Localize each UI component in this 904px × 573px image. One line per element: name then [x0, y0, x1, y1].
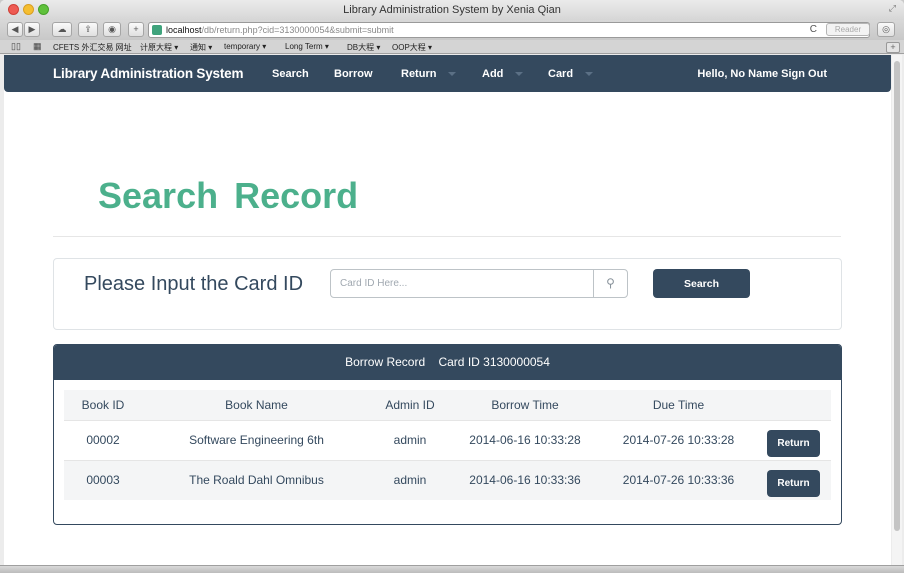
stop-icon[interactable]: ◉ — [103, 22, 121, 37]
browser-toolbar: ◀ ▶ ☁ ⇪ ◉ + localhost/db/return.php?cid=… — [0, 20, 904, 40]
chevron-down-icon — [515, 72, 524, 77]
add-bookmark-button[interactable]: + — [128, 22, 144, 37]
search-label: Please Input the Card ID — [84, 273, 304, 295]
nav-card-label: Card — [548, 68, 574, 80]
panel-heading-card-id: Card ID 3130000054 — [438, 355, 550, 369]
bookmark-cfets[interactable]: CFETS 外汇交易 网址 — [53, 42, 132, 53]
reader-button[interactable]: Reader — [826, 23, 870, 36]
reload-icon[interactable]: C — [810, 23, 817, 37]
bookmark-temporary[interactable]: temporary ▾ — [224, 42, 266, 51]
table-header-row: Book ID Book Name Admin ID Borrow Time D… — [64, 390, 831, 420]
card-id-input-group: ⚲ — [330, 269, 628, 298]
share-button[interactable]: ⇪ — [78, 22, 98, 37]
nav-search-label: Search — [272, 68, 309, 80]
user-sign-out[interactable]: Hello, No Name Sign Out — [697, 68, 827, 80]
icloud-tabs-button[interactable]: ☁ — [52, 22, 72, 37]
scrollbar-thumb[interactable] — [894, 61, 900, 531]
due-time-cell: 2014-07-26 10:33:36 — [601, 459, 756, 500]
minimize-window-button[interactable] — [23, 4, 34, 15]
search-icon[interactable]: ⚲ — [593, 270, 627, 297]
page-viewport: Library Administration System Search Bor… — [4, 55, 891, 565]
fullscreen-icon[interactable]: ⤢ — [889, 3, 896, 14]
table-row: 00003 The Roald Dahl Omnibus admin 2014-… — [64, 459, 831, 500]
bookmark-db[interactable]: DB大程 ▾ — [347, 42, 380, 53]
nav-borrow[interactable]: Borrow — [334, 68, 373, 80]
return-button[interactable]: Return — [767, 430, 820, 457]
forward-button[interactable]: ▶ — [24, 22, 40, 37]
status-bar — [0, 565, 904, 573]
url-path: /db/return.php?cid=3130000054&submit=sub… — [201, 25, 394, 35]
top-navbar: Library Administration System Search Bor… — [4, 55, 891, 92]
action-cell: Return — [756, 419, 831, 460]
borrow-time-cell: 2014-06-16 10:33:36 — [449, 459, 601, 500]
nav-search[interactable]: Search — [272, 68, 309, 80]
borrow-record-panel: Borrow Record Card ID 3130000054 Book ID… — [53, 344, 842, 525]
bookmark-long-term[interactable]: Long Term ▾ — [285, 42, 329, 51]
vertical-scrollbar[interactable] — [892, 55, 902, 565]
column-header: Admin ID — [385, 397, 435, 412]
column-header: Borrow Time — [491, 397, 559, 412]
action-cell: Return — [756, 459, 831, 500]
search-button[interactable]: Search — [653, 269, 750, 298]
borrow-record-table: Book ID Book Name Admin ID Borrow Time D… — [64, 390, 831, 500]
column-header — [756, 390, 831, 420]
panel-heading-title: Borrow Record — [345, 355, 426, 369]
admin-id-cell: admin — [371, 419, 449, 460]
bookmark-jiyuan[interactable]: 计原大程 ▾ — [140, 42, 178, 53]
book-id-cell: 00003 — [64, 459, 142, 500]
window-title: Library Administration System by Xenia Q… — [343, 4, 561, 16]
nav-card[interactable]: Card — [548, 68, 594, 80]
column-header: Book Name — [225, 397, 288, 412]
title-bar: Library Administration System by Xenia Q… — [0, 0, 904, 20]
return-button[interactable]: Return — [767, 470, 820, 498]
top-sites-icon[interactable]: ▦ — [33, 41, 42, 52]
borrow-time-cell: 2014-06-16 10:33:28 — [449, 419, 601, 460]
back-button[interactable]: ◀ — [7, 22, 23, 37]
admin-id-cell: admin — [371, 459, 449, 500]
reading-list-icon[interactable]: ▯▯ — [11, 41, 21, 52]
chevron-down-icon — [448, 72, 457, 77]
due-time-cell: 2014-07-26 10:33:28 — [601, 419, 756, 460]
book-id-cell: 00002 — [64, 419, 142, 460]
nav-return[interactable]: Return — [401, 68, 457, 80]
chevron-down-icon — [585, 72, 594, 77]
url-host: localhost — [166, 25, 202, 35]
close-window-button[interactable] — [8, 4, 19, 15]
zoom-window-button[interactable] — [38, 4, 49, 15]
downloads-icon[interactable]: ◎ — [877, 22, 895, 37]
nav-borrow-label: Borrow — [334, 68, 373, 80]
card-id-input[interactable] — [331, 270, 594, 297]
table-row: 00002 Software Engineering 6th admin 201… — [64, 419, 831, 460]
brand-link[interactable]: Library Administration System — [53, 66, 243, 81]
nav-return-label: Return — [401, 68, 437, 80]
bookmark-oop[interactable]: OOP大程 ▾ — [392, 42, 432, 53]
book-name-cell: Software Engineering 6th — [142, 419, 371, 460]
browser-window: Library Administration System by Xenia Q… — [0, 0, 904, 573]
panel-heading: Borrow Record Card ID 3130000054 — [54, 345, 841, 380]
bookmark-tongzhi[interactable]: 通知 ▾ — [190, 42, 212, 53]
book-name-cell: The Roald Dahl Omnibus — [142, 459, 371, 500]
page-title: Search Record — [98, 175, 359, 216]
nav-add-label: Add — [482, 68, 504, 80]
column-header: Due Time — [652, 397, 705, 412]
site-favicon-icon — [152, 25, 162, 35]
nav-add[interactable]: Add — [482, 68, 524, 80]
bookmarks-bar: ▯▯ ▦ CFETS 外汇交易 网址 计原大程 ▾ 通知 ▾ temporary… — [0, 40, 904, 54]
column-header: Book ID — [81, 397, 125, 412]
search-panel: Please Input the Card ID ⚲ Search — [53, 258, 842, 330]
address-bar[interactable]: localhost/db/return.php?cid=3130000054&s… — [148, 22, 870, 38]
divider — [53, 236, 841, 237]
new-tab-button[interactable]: + — [886, 42, 900, 53]
